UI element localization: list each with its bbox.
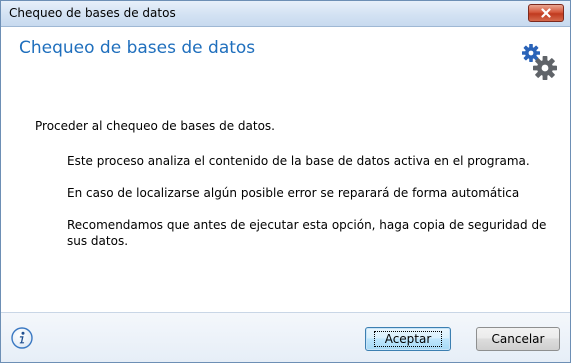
- accept-button-label: Aceptar: [373, 331, 443, 347]
- dialog-footer: Aceptar Cancelar: [1, 312, 570, 362]
- dialog-heading: Chequeo de bases de datos: [19, 38, 256, 58]
- cancel-button[interactable]: Cancelar: [476, 327, 560, 351]
- accept-button[interactable]: Aceptar: [365, 327, 451, 351]
- close-icon: [541, 8, 551, 18]
- dialog-content: Proceder al chequeo de bases de datos. E…: [1, 99, 570, 313]
- title-bar[interactable]: Chequeo de bases de datos: [1, 1, 570, 27]
- dialog-window: Chequeo de bases de datos Chequeo de bas…: [0, 0, 571, 363]
- window-title: Chequeo de bases de datos: [9, 6, 176, 20]
- info-icon[interactable]: [11, 327, 33, 349]
- paragraph-error-repair: En caso de localizarse algún posible err…: [67, 186, 520, 200]
- intro-text: Proceder al chequeo de bases de datos.: [35, 119, 275, 133]
- paragraph-backup-advice: Recomendamos que antes de ejecutar esta …: [67, 218, 547, 248]
- close-button[interactable]: [528, 4, 564, 22]
- paragraph-description: Este proceso analiza el contenido de la …: [67, 154, 530, 168]
- dialog-header: Chequeo de bases de datos: [1, 27, 570, 99]
- gears-icon: [522, 44, 557, 80]
